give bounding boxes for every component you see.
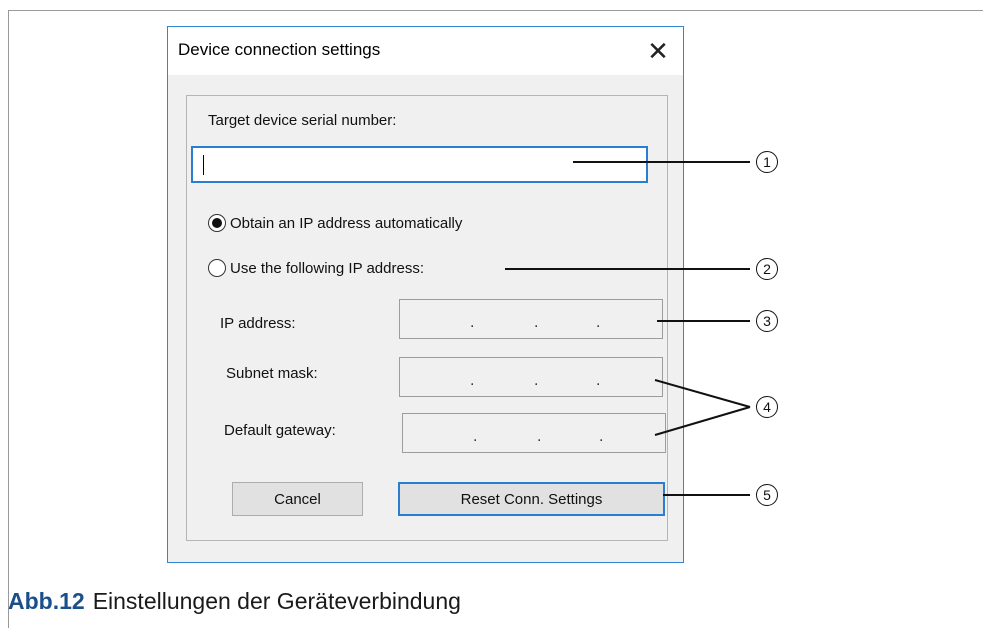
callout-number-1: 1 — [756, 151, 778, 173]
ip-separator: . — [470, 314, 475, 331]
radio-obtain-auto[interactable]: Obtain an IP address automatically — [208, 214, 462, 232]
serial-number-label: Target device serial number: — [208, 112, 397, 129]
radio-checked-icon[interactable] — [208, 214, 226, 232]
callout-line-2 — [505, 268, 750, 270]
callout-number-3: 3 — [756, 310, 778, 332]
ip-separator: . — [537, 428, 542, 445]
ip-separator: . — [473, 428, 478, 445]
ip-separator: . — [470, 372, 475, 389]
radio-unchecked-icon[interactable] — [208, 259, 226, 277]
device-connection-dialog: Device connection settings ✕ Target devi… — [167, 26, 684, 563]
dialog-title: Device connection settings — [178, 40, 381, 59]
reset-conn-settings-button[interactable]: Reset Conn. Settings — [398, 482, 665, 516]
cancel-button[interactable]: Cancel — [232, 482, 363, 516]
callout-line-3 — [657, 320, 750, 322]
callout-number-4: 4 — [756, 396, 778, 418]
callout-number-5: 5 — [756, 484, 778, 506]
ip-address-label: IP address: — [220, 315, 296, 332]
ip-separator: . — [596, 314, 601, 331]
radio-use-following[interactable]: Use the following IP address: — [208, 259, 424, 277]
radio-use-following-label: Use the following IP address: — [230, 259, 424, 277]
ip-separator: . — [596, 372, 601, 389]
figure-caption: Abb.12 Einstellungen der Geräteverbindung — [8, 588, 461, 615]
subnet-mask-field[interactable]: . . . — [399, 357, 663, 397]
radio-obtain-auto-label: Obtain an IP address automatically — [230, 214, 463, 232]
ip-separator: . — [599, 428, 604, 445]
subnet-mask-label: Subnet mask: — [226, 365, 318, 382]
serial-number-input[interactable] — [191, 146, 648, 183]
callout-number-2: 2 — [756, 258, 778, 280]
figure-caption-text: Einstellungen der Geräteverbindung — [92, 588, 461, 614]
title-bar: Device connection settings ✕ — [168, 27, 683, 75]
callout-line-5 — [663, 494, 750, 496]
ip-separator: . — [534, 372, 539, 389]
callout-line-1 — [573, 161, 750, 163]
callout-lines-4 — [654, 379, 751, 436]
ip-address-field[interactable]: . . . — [399, 299, 663, 339]
figure-number: Abb.12 — [8, 588, 85, 614]
close-icon[interactable]: ✕ — [639, 33, 677, 69]
ip-separator: . — [534, 314, 539, 331]
default-gateway-field[interactable]: . . . — [402, 413, 666, 453]
text-caret — [203, 155, 204, 175]
default-gateway-label: Default gateway: — [224, 422, 336, 439]
